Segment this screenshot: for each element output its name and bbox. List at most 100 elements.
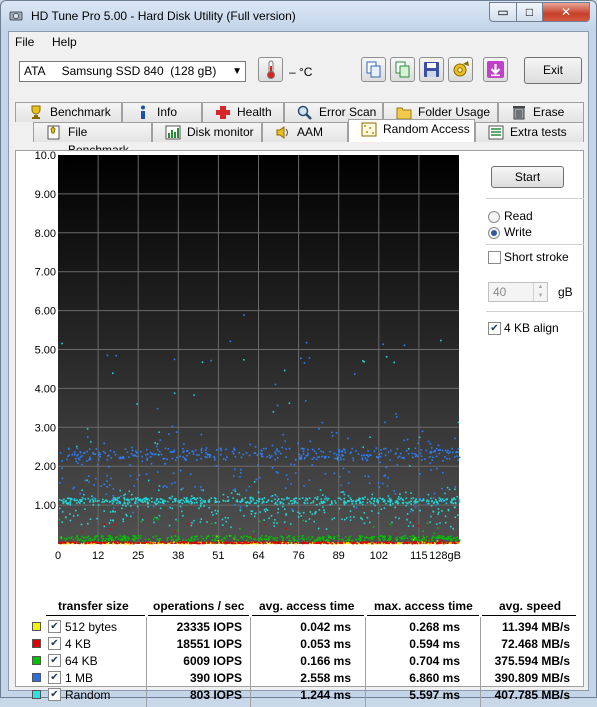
title-bar[interactable]: HD Tune Pro 5.00 - Hard Disk Utility (Fu…	[1, 1, 596, 31]
scatter-point	[434, 450, 436, 452]
scatter-point	[401, 456, 403, 459]
tab-disk-monitor[interactable]: Disk monitor	[152, 122, 262, 142]
scatter-point	[399, 493, 401, 495]
drive-select[interactable]: ATA Samsung SSD 840 (128 gB) ▼	[19, 61, 246, 82]
scatter-point	[407, 542, 409, 544]
short-stroke-checkbox[interactable]	[488, 251, 501, 264]
scatter-point	[69, 513, 71, 515]
tab-erase[interactable]: Erase	[498, 102, 584, 122]
tab-extra-tests[interactable]: Extra tests	[475, 122, 584, 142]
copy-screenshot-button[interactable]	[390, 57, 415, 82]
stroke-size-stepper[interactable]: 40 ▲ ▼	[488, 282, 548, 302]
scatter-point	[130, 505, 132, 507]
scatter-point	[384, 538, 386, 541]
copy-text-button[interactable]	[361, 57, 386, 82]
scatter-point	[157, 448, 159, 451]
options-button[interactable]	[448, 57, 473, 82]
series-checkbox[interactable]: ✔	[48, 620, 61, 633]
scatter-point	[128, 501, 131, 504]
scatter-point	[433, 536, 435, 539]
scatter-point	[435, 500, 438, 503]
series-checkbox[interactable]: ✔	[48, 637, 61, 650]
scatter-point	[158, 485, 161, 487]
scatter-point	[174, 535, 177, 537]
read-radio[interactable]	[488, 211, 500, 223]
scatter-point	[202, 489, 205, 492]
scatter-point	[410, 508, 413, 510]
scatter-point	[196, 501, 198, 504]
menu-help[interactable]: Help	[52, 35, 77, 49]
scatter-point	[104, 540, 106, 542]
scatter-point	[458, 501, 461, 503]
exit-button[interactable]: Exit	[524, 57, 582, 84]
scatter-point	[361, 458, 364, 461]
scatter-point	[405, 504, 407, 507]
scatter-point	[374, 497, 376, 500]
scatter-point	[206, 535, 208, 538]
scatter-point	[294, 472, 297, 474]
scatter-point	[383, 541, 385, 544]
separator	[486, 244, 584, 245]
maximize-button[interactable]: □	[516, 2, 543, 22]
temperature-button[interactable]	[258, 57, 283, 82]
scatter-point	[291, 508, 293, 511]
scatter-point	[271, 444, 274, 447]
scatter-point	[351, 500, 353, 503]
avg-speed-value: 72.468 MB/s	[501, 637, 570, 651]
scatter-point	[438, 452, 441, 455]
scatter-point	[76, 535, 78, 537]
scatter-point	[169, 506, 171, 509]
scatter-point	[347, 437, 349, 440]
menu-file[interactable]: File	[15, 35, 34, 49]
series-checkbox[interactable]: ✔	[48, 654, 61, 667]
minimize-button[interactable]: ▭	[489, 2, 517, 22]
scatter-point	[111, 541, 113, 543]
save-button[interactable]	[419, 57, 444, 82]
scatter-point	[104, 452, 106, 454]
scatter-point	[363, 541, 366, 543]
scatter-point	[274, 458, 276, 461]
series-checkbox[interactable]: ✔	[48, 671, 61, 684]
scatter-point	[190, 524, 193, 527]
scatter-point	[436, 467, 438, 470]
scatter-point	[204, 541, 207, 544]
scatter-point	[393, 361, 395, 364]
scatter-point	[86, 450, 89, 453]
scatter-point	[191, 497, 194, 500]
scatter-point	[291, 502, 293, 505]
scatter-point	[234, 535, 236, 537]
scatter-point	[421, 459, 423, 461]
align-checkbox[interactable]: ✔	[488, 322, 501, 335]
scatter-point	[425, 449, 428, 452]
scatter-point	[312, 500, 315, 502]
scatter-point	[108, 522, 111, 524]
scatter-point	[426, 499, 429, 501]
scatter-point	[230, 535, 232, 537]
scatter-point	[229, 340, 232, 343]
tab-random-access[interactable]: Random Access	[348, 119, 475, 142]
scatter-point	[159, 541, 161, 544]
scatter-point	[300, 357, 302, 360]
tab-info[interactable]: Info	[122, 102, 202, 122]
close-button[interactable]: ✕	[542, 2, 590, 22]
scatter-point	[456, 455, 458, 457]
tab-health[interactable]: Health	[202, 102, 284, 122]
tab-aam[interactable]: AAM	[262, 122, 348, 142]
scatter-point	[444, 492, 446, 495]
download-button[interactable]	[483, 57, 508, 82]
tab-file-benchmark[interactable]: File Benchmark	[33, 122, 152, 157]
scatter-point	[338, 454, 341, 456]
scatter-point	[431, 539, 433, 541]
write-radio[interactable]	[488, 227, 500, 239]
tab-benchmark[interactable]: Benchmark	[15, 102, 122, 122]
scatter-point	[421, 542, 424, 544]
start-button[interactable]: Start	[491, 166, 564, 188]
scatter-point	[106, 459, 109, 461]
scatter-point	[288, 540, 291, 542]
scatter-point	[274, 541, 276, 543]
scatter-point	[344, 451, 347, 454]
series-checkbox[interactable]: ✔	[48, 688, 61, 701]
scatter-point	[234, 504, 236, 506]
scatter-point	[284, 440, 286, 442]
spin-arrows-icon[interactable]: ▲ ▼	[533, 283, 547, 301]
